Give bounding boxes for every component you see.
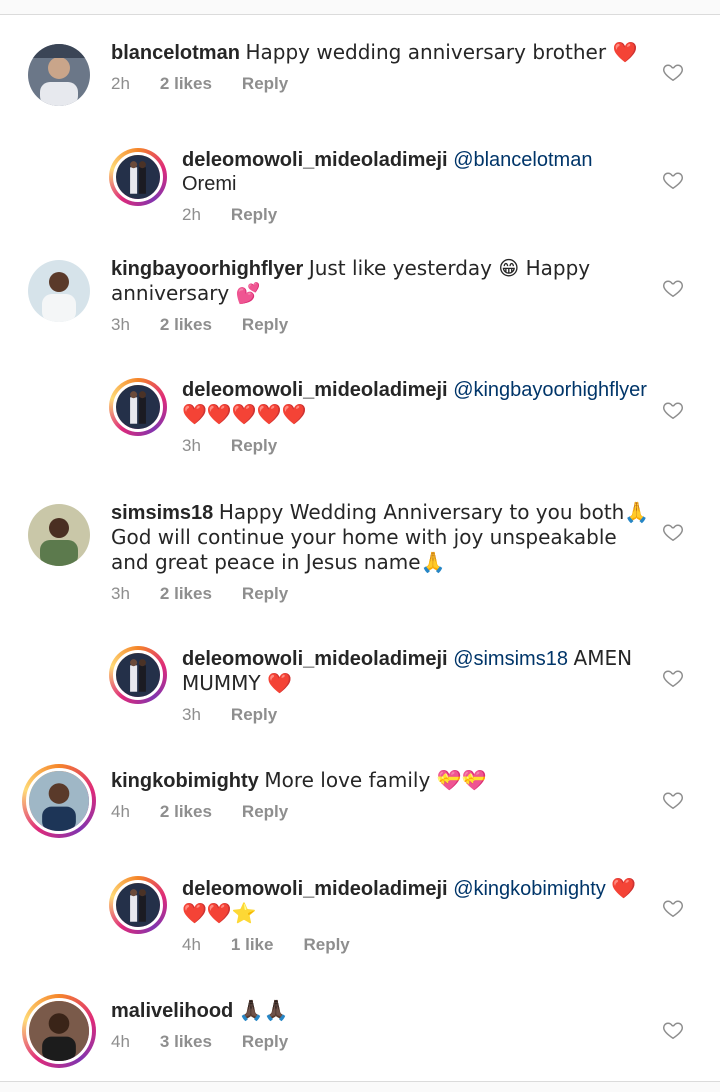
comment-time: 4h bbox=[111, 802, 130, 821]
comment-username[interactable]: blancelotman bbox=[111, 42, 240, 64]
comment-time: 2h bbox=[182, 205, 201, 224]
reply-button[interactable]: Reply bbox=[242, 73, 288, 95]
comment-username[interactable]: simsims18 bbox=[111, 502, 213, 524]
comment-text: ❤️❤️❤️❤️❤️ bbox=[182, 402, 307, 426]
reply-button[interactable]: Reply bbox=[242, 1031, 288, 1053]
comment-time: 4h bbox=[111, 1032, 130, 1051]
comment-likes[interactable]: 3 likes bbox=[160, 1031, 212, 1053]
reply-button[interactable]: Reply bbox=[231, 204, 277, 226]
avatar[interactable] bbox=[28, 260, 90, 322]
reply-button[interactable]: Reply bbox=[242, 314, 288, 336]
bottom-divider bbox=[0, 1081, 720, 1092]
heart-outline-icon[interactable] bbox=[662, 61, 684, 83]
comment-likes[interactable]: 1 like bbox=[231, 934, 274, 956]
heart-outline-icon[interactable] bbox=[662, 897, 684, 919]
reply-button[interactable]: Reply bbox=[303, 934, 349, 956]
mention-link[interactable]: @kingkobimighty bbox=[453, 878, 606, 900]
comment-time: 3h bbox=[111, 584, 130, 603]
comment-likes[interactable]: 2 likes bbox=[160, 583, 212, 605]
mention-link[interactable]: @simsims18 bbox=[453, 648, 568, 670]
heart-outline-icon[interactable] bbox=[662, 1019, 684, 1041]
reply-button[interactable]: Reply bbox=[231, 435, 277, 457]
comment-time: 3h bbox=[111, 315, 130, 334]
heart-outline-icon[interactable] bbox=[662, 789, 684, 811]
reply-button[interactable]: Reply bbox=[242, 583, 288, 605]
avatar[interactable] bbox=[22, 764, 96, 838]
comment-time: 2h bbox=[111, 74, 130, 93]
comment-time: 3h bbox=[182, 436, 201, 455]
comment-likes[interactable]: 2 likes bbox=[160, 801, 212, 823]
comment-username[interactable]: deleomowoli_mideoladimeji bbox=[182, 379, 448, 401]
avatar[interactable] bbox=[109, 876, 167, 934]
comment-username[interactable]: malivelihood bbox=[111, 1000, 233, 1022]
reply-button[interactable]: Reply bbox=[242, 801, 288, 823]
heart-outline-icon[interactable] bbox=[662, 521, 684, 543]
heart-outline-icon[interactable] bbox=[662, 169, 684, 191]
comment-username[interactable]: deleomowoli_mideoladimeji bbox=[182, 648, 448, 670]
top-divider bbox=[0, 0, 720, 15]
comment-text: More love family 💝💝 bbox=[264, 768, 487, 792]
comment-text: 🙏🏿🙏🏿 bbox=[238, 998, 289, 1022]
avatar[interactable] bbox=[109, 646, 167, 704]
mention-link[interactable]: @blancelotman bbox=[453, 149, 592, 171]
comment-username[interactable]: deleomowoli_mideoladimeji bbox=[182, 878, 448, 900]
reply-button[interactable]: Reply bbox=[231, 704, 277, 726]
comment-text: Happy wedding anniversary brother ❤️ bbox=[245, 40, 638, 64]
heart-outline-icon[interactable] bbox=[662, 277, 684, 299]
avatar[interactable] bbox=[109, 378, 167, 436]
comment-time: 4h bbox=[182, 935, 201, 954]
heart-outline-icon[interactable] bbox=[662, 399, 684, 421]
comment-username[interactable]: deleomowoli_mideoladimeji bbox=[182, 149, 448, 171]
comment-text: Oremi bbox=[182, 173, 237, 195]
comment-username[interactable]: kingkobimighty bbox=[111, 770, 259, 792]
avatar[interactable] bbox=[28, 44, 90, 106]
avatar[interactable] bbox=[22, 994, 96, 1068]
heart-outline-icon[interactable] bbox=[662, 667, 684, 689]
avatar[interactable] bbox=[28, 504, 90, 566]
comment-time: 3h bbox=[182, 705, 201, 724]
avatar[interactable] bbox=[109, 148, 167, 206]
comment-likes[interactable]: 2 likes bbox=[160, 73, 212, 95]
comment-username[interactable]: kingbayoorhighflyer bbox=[111, 258, 303, 280]
mention-link[interactable]: @kingbayoorhighflyer bbox=[453, 379, 647, 401]
comment-likes[interactable]: 2 likes bbox=[160, 314, 212, 336]
